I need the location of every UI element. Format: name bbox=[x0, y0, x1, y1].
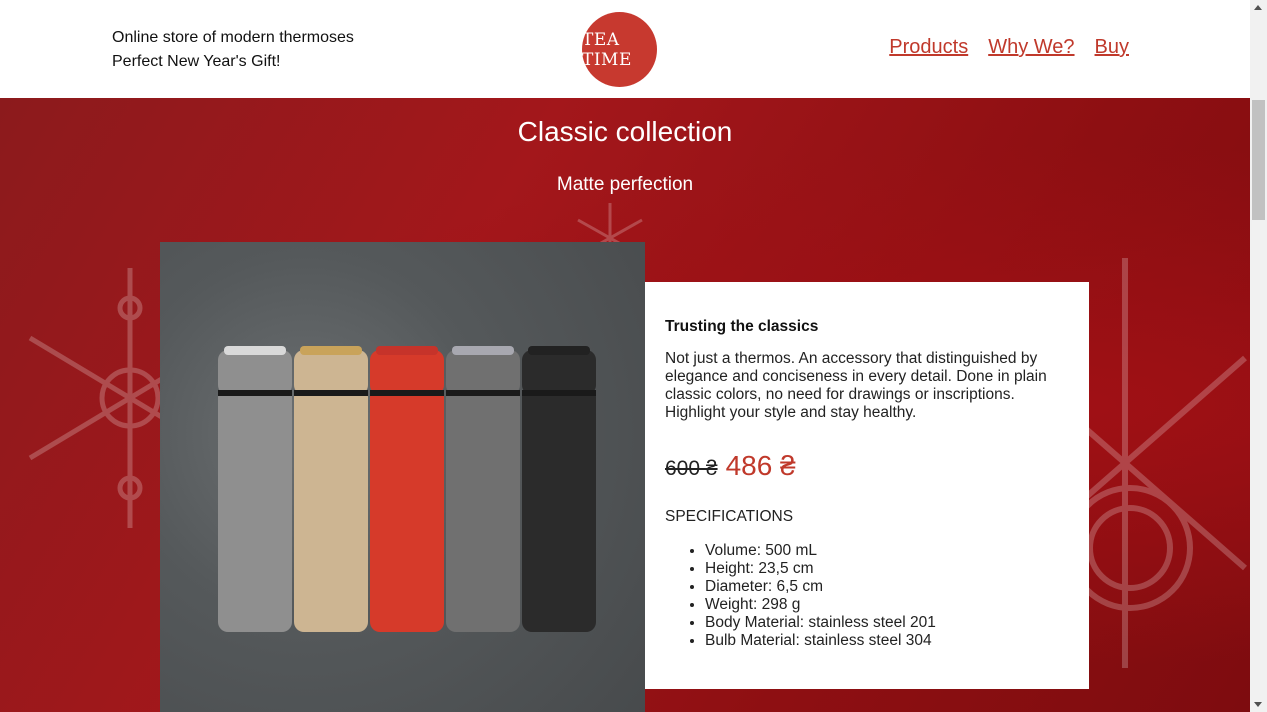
product-description: Not just a thermos. An accessory that di… bbox=[665, 350, 1047, 421]
tagline-line-2: Perfect New Year's Gift! bbox=[112, 53, 281, 70]
logo-text: Tea time bbox=[582, 29, 632, 70]
thermos-bottle bbox=[294, 346, 368, 632]
tagline-line-1: Online store of modern thermoses bbox=[112, 29, 354, 46]
main-nav: Products Why We? Buy bbox=[889, 36, 1129, 59]
nav-link-products[interactable]: Products bbox=[889, 36, 968, 59]
thermos-bottle bbox=[370, 346, 444, 632]
nav-link-why-we[interactable]: Why We? bbox=[988, 36, 1074, 59]
old-price: 600 ₴ bbox=[665, 457, 718, 480]
scroll-up-arrow-icon[interactable] bbox=[1254, 5, 1262, 10]
thermos-illustration bbox=[218, 346, 596, 632]
tea-time-logo[interactable]: Tea time bbox=[582, 12, 657, 87]
scrollbar-thumb[interactable] bbox=[1252, 100, 1265, 220]
classic-collection-section: Classic collection Matte perfection Trus… bbox=[0, 98, 1250, 712]
product-card: Trusting the classics Not just a thermos… bbox=[645, 282, 1089, 689]
nav-link-buy[interactable]: Buy bbox=[1095, 36, 1129, 59]
price-block: 600 ₴ 486 ₴ bbox=[665, 450, 1069, 482]
new-price: 486 ₴ bbox=[725, 450, 796, 481]
section-subtitle: Matte perfection bbox=[556, 174, 694, 195]
page-scrollbar[interactable] bbox=[1250, 0, 1267, 712]
spec-item: Weight: 298 g bbox=[705, 596, 1069, 614]
thermos-product-photo bbox=[160, 242, 645, 712]
spec-item: Diameter: 6,5 cm bbox=[705, 578, 1069, 596]
site-header: Online store of modern thermoses Perfect… bbox=[0, 0, 1250, 98]
spec-item: Body Material: stainless steel 201 bbox=[705, 614, 1069, 632]
thermos-bottle bbox=[218, 346, 292, 632]
product-heading: Trusting the classics bbox=[665, 318, 819, 335]
thermos-bottle bbox=[446, 346, 520, 632]
thermos-bottle bbox=[522, 346, 596, 632]
scroll-down-arrow-icon[interactable] bbox=[1254, 702, 1262, 707]
section-title: Classic collection bbox=[517, 116, 733, 147]
spec-item: Volume: 500 mL bbox=[705, 542, 1069, 560]
spec-item: Bulb Material: stainless steel 304 bbox=[705, 632, 1069, 650]
tagline: Online store of modern thermoses Perfect… bbox=[112, 26, 354, 74]
spec-item: Height: 23,5 cm bbox=[705, 560, 1069, 578]
specifications-list: Volume: 500 mL Height: 23,5 cm Diameter:… bbox=[665, 542, 1069, 650]
specifications-title: SPECIFICATIONS bbox=[665, 508, 794, 525]
